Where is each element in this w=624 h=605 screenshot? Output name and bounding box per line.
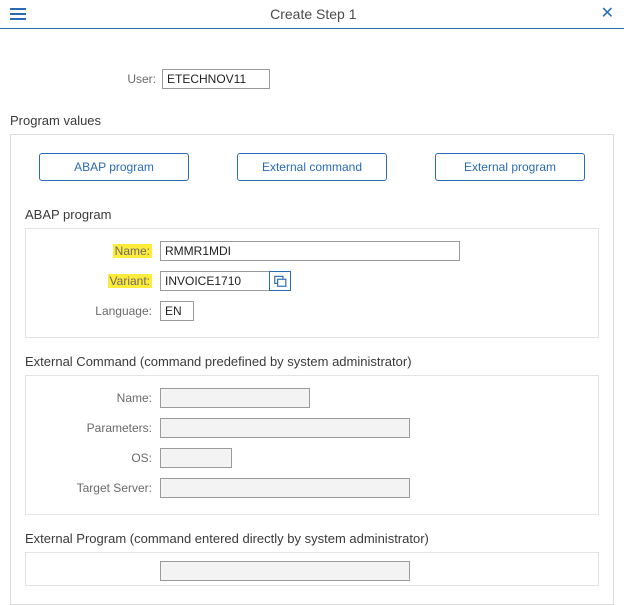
abap-name-label: Name:	[36, 244, 152, 258]
ext-cmd-name-label: Name:	[36, 391, 152, 405]
ext-cmd-block: Name: Parameters: OS: Target Server:	[25, 375, 599, 515]
program-type-buttons: ABAP program External command External p…	[25, 149, 599, 199]
abap-name-row: Name:	[36, 241, 588, 261]
abap-language-row: Language:	[36, 301, 588, 321]
title-bar: Create Step 1 ✕	[0, 0, 624, 29]
abap-variant-label: Variant:	[36, 274, 152, 288]
abap-language-input[interactable]	[160, 301, 194, 321]
ext-cmd-os-input	[160, 448, 232, 468]
ext-prog-title: External Program (command entered direct…	[25, 531, 599, 546]
ext-cmd-params-row: Parameters:	[36, 418, 588, 438]
user-label: User:	[120, 72, 156, 86]
ext-prog-block	[25, 552, 599, 586]
close-icon[interactable]: ✕	[601, 6, 614, 22]
ext-prog-row	[36, 561, 588, 581]
ext-prog-input	[160, 561, 410, 581]
variant-input-wrap	[160, 271, 291, 291]
abap-program-button[interactable]: ABAP program	[39, 153, 189, 181]
page-title: Create Step 1	[26, 6, 601, 22]
program-values-title: Program values	[10, 113, 614, 128]
external-command-button[interactable]: External command	[237, 153, 387, 181]
ext-cmd-target-row: Target Server:	[36, 478, 588, 498]
user-input[interactable]	[162, 69, 270, 89]
abap-variant-input[interactable]	[160, 271, 270, 291]
program-values-panel: ABAP program External command External p…	[10, 134, 614, 605]
abap-language-label: Language:	[36, 304, 152, 318]
abap-variant-row: Variant:	[36, 271, 588, 291]
user-row: User:	[120, 69, 614, 89]
ext-cmd-name-input	[160, 388, 310, 408]
ext-cmd-params-label: Parameters:	[36, 421, 152, 435]
ext-cmd-title: External Command (command predefined by …	[25, 354, 599, 369]
menu-icon[interactable]	[10, 8, 26, 20]
ext-cmd-params-input	[160, 418, 410, 438]
external-program-button[interactable]: External program	[435, 153, 585, 181]
ext-cmd-target-label: Target Server:	[36, 481, 152, 495]
abap-program-block: Name: Variant: Language:	[25, 228, 599, 338]
value-help-icon[interactable]	[269, 271, 291, 291]
ext-cmd-os-row: OS:	[36, 448, 588, 468]
abap-program-title: ABAP program	[25, 207, 599, 222]
abap-name-input[interactable]	[160, 241, 460, 261]
content-area: User: Program values ABAP program Extern…	[0, 69, 624, 605]
ext-cmd-name-row: Name:	[36, 388, 588, 408]
ext-cmd-target-input	[160, 478, 410, 498]
ext-cmd-os-label: OS:	[36, 451, 152, 465]
